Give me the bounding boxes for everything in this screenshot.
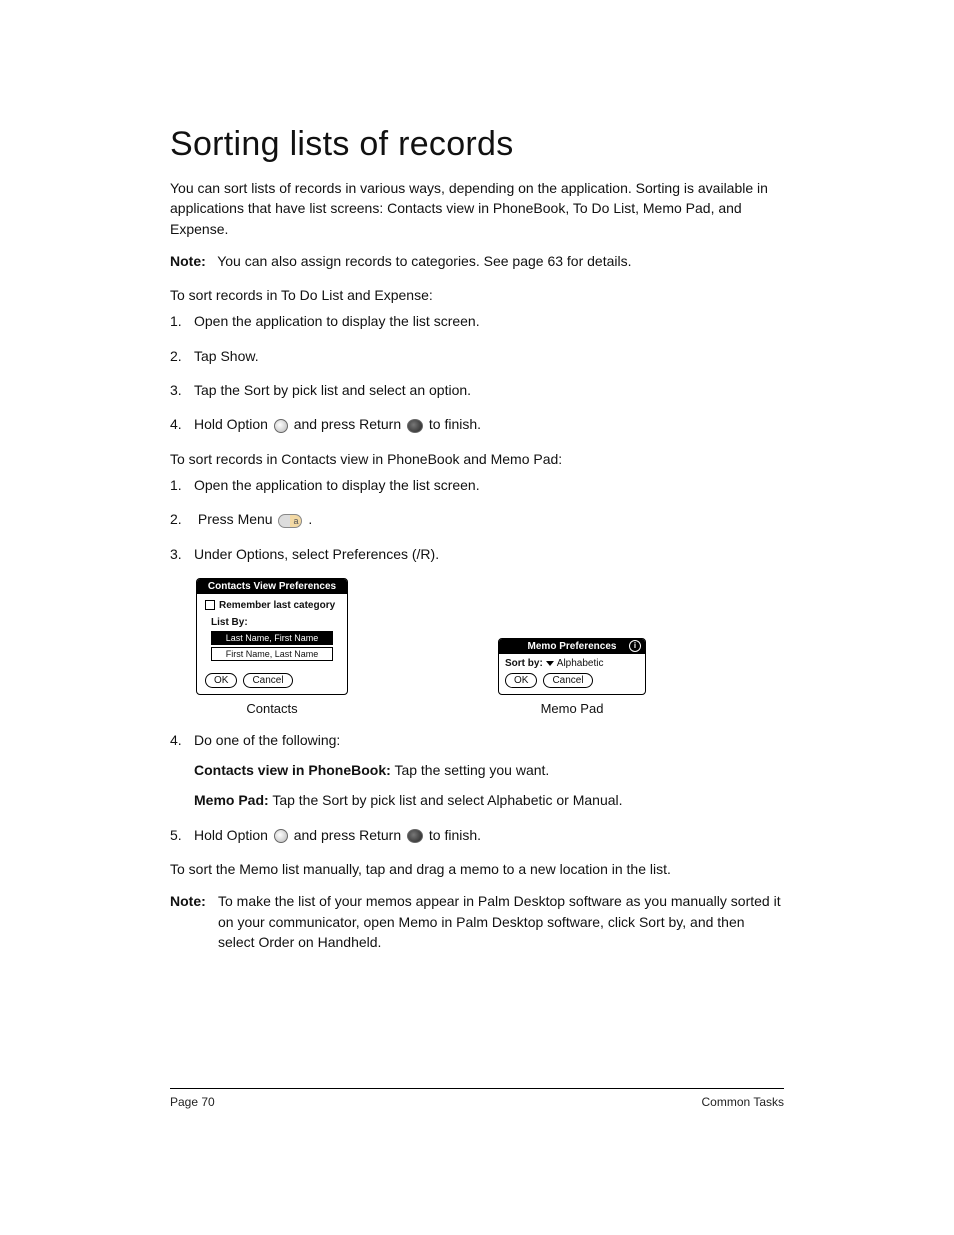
steps-a: 1.Open the application to display the li… — [170, 311, 784, 434]
contacts-figure: Contacts View Preferences Remember last … — [196, 578, 348, 716]
remember-label: Remember last category — [219, 600, 335, 611]
step-b4: 4. Do one of the following: Contacts vie… — [170, 730, 784, 811]
footer-section: Common Tasks — [702, 1095, 784, 1109]
intro-paragraph: You can sort lists of records in various… — [170, 178, 784, 239]
step-a3: 3.Tap the Sort by pick list and select a… — [170, 380, 784, 400]
after-steps-paragraph: To sort the Memo list manually, tap and … — [170, 859, 784, 879]
step-b2: 2. Press Menu . — [170, 509, 784, 529]
section-b-heading: To sort records in Contacts view in Phon… — [170, 449, 784, 469]
contacts-ok-button[interactable]: OK — [205, 673, 237, 688]
step-b1: 1.Open the application to display the li… — [170, 475, 784, 495]
option-key-icon — [274, 829, 288, 843]
remember-last-category-row: Remember last category — [205, 600, 339, 611]
menu-key-icon — [278, 514, 302, 528]
page-footer: Page 70 Common Tasks — [170, 1088, 784, 1109]
dropdown-icon[interactable] — [546, 661, 554, 666]
return-key-icon — [407, 419, 423, 433]
return-key-icon — [407, 829, 423, 843]
steps-b: 1.Open the application to display the li… — [170, 475, 784, 564]
step-b4-memo: Memo Pad: Tap the Sort by pick list and … — [194, 790, 784, 810]
step-a1: 1.Open the application to display the li… — [170, 311, 784, 331]
note-2-label: Note: — [170, 891, 218, 952]
info-icon[interactable]: i — [629, 640, 641, 652]
footer-page-number: Page 70 — [170, 1095, 215, 1109]
list-by-option-1[interactable]: Last Name, First Name — [211, 631, 333, 645]
memo-caption: Memo Pad — [541, 701, 604, 716]
list-by-label: List By: — [211, 617, 339, 628]
note-1: Note: You can also assign records to cat… — [170, 251, 784, 271]
figures-row: Contacts View Preferences Remember last … — [196, 578, 784, 716]
section-a-heading: To sort records in To Do List and Expens… — [170, 285, 784, 305]
option-key-icon — [274, 419, 288, 433]
note-1-text: You can also assign records to categorie… — [217, 253, 631, 269]
contacts-dialog: Contacts View Preferences Remember last … — [196, 578, 348, 695]
memo-figure: Memo Preferences i Sort by: Alphabetic O… — [498, 638, 646, 716]
contacts-caption: Contacts — [246, 701, 297, 716]
step-a2: 2.Tap Show. — [170, 346, 784, 366]
step-b4-contacts: Contacts view in PhoneBook: Tap the sett… — [194, 760, 784, 780]
step-b5: 5. Hold Option and press Return to finis… — [170, 825, 784, 845]
sort-by-row: Sort by: Alphabetic — [505, 658, 639, 669]
remember-checkbox[interactable] — [205, 600, 215, 610]
memo-cancel-button[interactable]: Cancel — [543, 673, 592, 688]
memo-ok-button[interactable]: OK — [505, 673, 537, 688]
step-a4: 4. Hold Option and press Return to finis… — [170, 414, 784, 434]
steps-b-cont: 4. Do one of the following: Contacts vie… — [170, 730, 784, 845]
list-by-option-2[interactable]: First Name, Last Name — [211, 647, 333, 661]
step-b3: 3.Under Options, select Preferences (/R)… — [170, 544, 784, 564]
note-1-label: Note: — [170, 253, 206, 269]
sort-by-value[interactable]: Alphabetic — [557, 658, 604, 669]
memo-dialog: Memo Preferences i Sort by: Alphabetic O… — [498, 638, 646, 695]
contacts-cancel-button[interactable]: Cancel — [243, 673, 292, 688]
memo-dialog-title: Memo Preferences i — [499, 639, 645, 654]
note-2: Note: To make the list of your memos app… — [170, 891, 784, 952]
contacts-dialog-title: Contacts View Preferences — [197, 579, 347, 594]
page-title: Sorting lists of records — [170, 125, 784, 164]
sort-by-label: Sort by: — [505, 658, 543, 669]
note-2-text: To make the list of your memos appear in… — [218, 891, 784, 952]
